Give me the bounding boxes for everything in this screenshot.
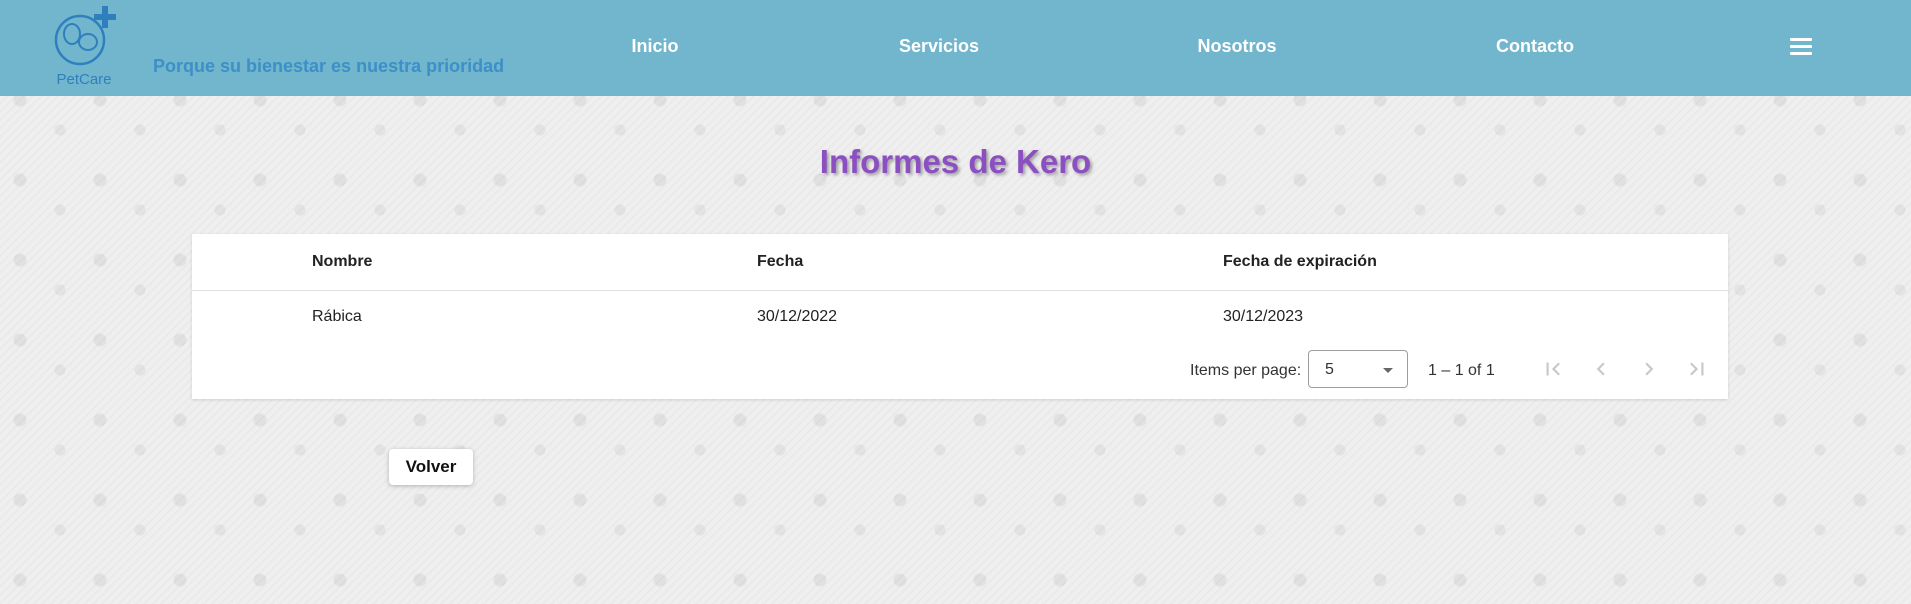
page-title: Informes de Kero xyxy=(819,143,1092,180)
column-header-fecha[interactable]: Fecha xyxy=(757,234,803,290)
cell-fecha: 30/12/2022 xyxy=(757,308,838,325)
previous-page-icon[interactable] xyxy=(1588,356,1614,382)
nav-servicios[interactable]: Servicios xyxy=(899,36,979,57)
logo-text: PetCare xyxy=(56,71,111,88)
back-button[interactable]: Volver xyxy=(389,449,473,485)
page-range-label: 1 – 1 of 1 xyxy=(1428,362,1495,379)
column-header-nombre[interactable]: Nombre xyxy=(312,234,372,290)
first-page-icon[interactable] xyxy=(1540,356,1566,382)
logo-pet-icon: PetCare xyxy=(54,6,116,88)
hamburger-menu-icon[interactable] xyxy=(1790,38,1812,56)
nav-inicio[interactable]: Inicio xyxy=(631,36,678,57)
paginator: Items per page: 5 1 – 1 of 1 xyxy=(192,344,1728,399)
next-page-icon[interactable] xyxy=(1636,356,1662,382)
table-row: Rábica 30/12/2022 30/12/2023 xyxy=(192,290,1728,344)
page-size-value: 5 xyxy=(1325,361,1334,378)
dropdown-arrow-icon xyxy=(1383,368,1393,373)
slogan: Porque su bienestar es nuestra prioridad xyxy=(153,56,505,76)
items-per-page-label: Items per page: xyxy=(1190,362,1302,379)
last-page-icon[interactable] xyxy=(1684,356,1710,382)
nav-nosotros[interactable]: Nosotros xyxy=(1197,36,1276,57)
column-header-fecha-expiracion[interactable]: Fecha de expiración xyxy=(1223,234,1377,290)
reports-table: Nombre Fecha Fecha de expiración Rábica … xyxy=(192,234,1728,399)
cell-nombre: Rábica xyxy=(312,308,362,325)
page-size-select[interactable]: 5 xyxy=(1308,350,1408,388)
cell-fecha-expiracion: 30/12/2023 xyxy=(1223,308,1304,325)
top-navbar: PetCare Porque su bienestar es nuestra p… xyxy=(0,0,1911,96)
petcare-logo[interactable]: PetCare xyxy=(48,4,124,90)
nav-contacto[interactable]: Contacto xyxy=(1496,36,1574,57)
table-header-row: Nombre Fecha Fecha de expiración xyxy=(192,234,1728,291)
